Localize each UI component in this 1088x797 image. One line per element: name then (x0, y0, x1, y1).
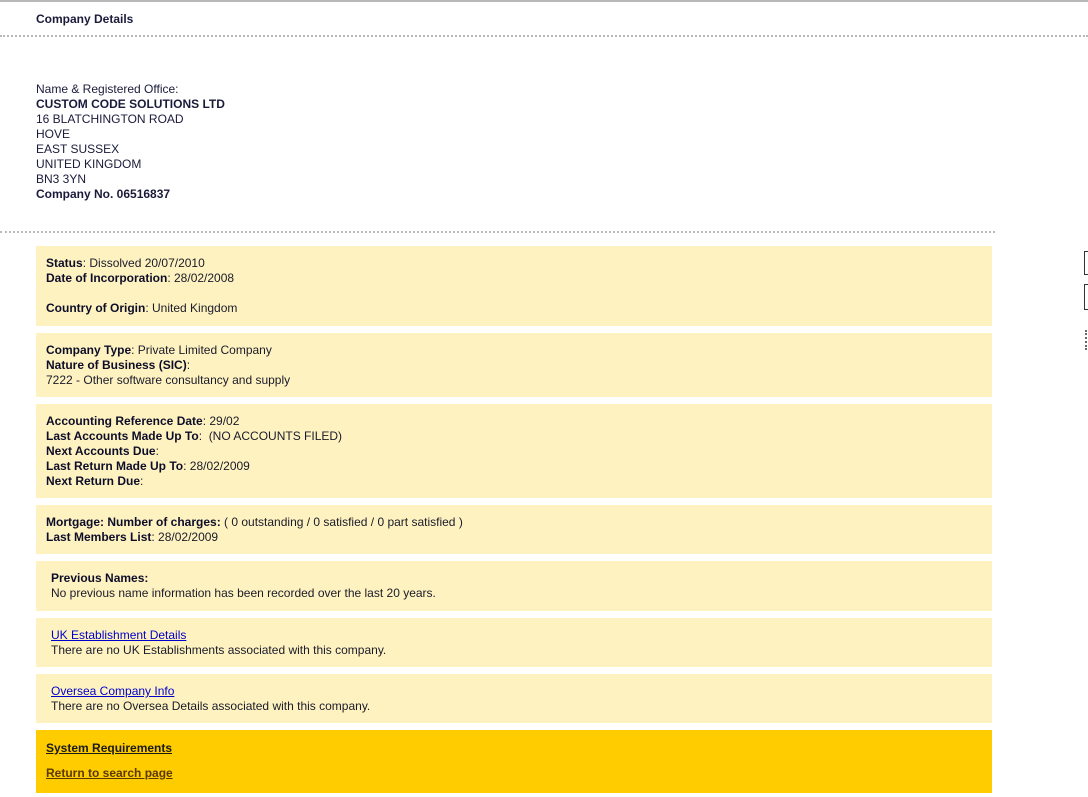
members-row: Last Members List: 28/02/2009 (46, 530, 982, 545)
type-value: : Private Limited Company (131, 343, 272, 357)
oversea-info-panel: Oversea Company Info There are no Overse… (36, 674, 992, 723)
address-line: HOVE (36, 127, 71, 141)
sic-value: 7222 - Other software consultancy and su… (46, 373, 291, 387)
members-value: : 28/02/2009 (151, 530, 219, 544)
status-panel: Status: Dissolved 20/07/2010 Date of Inc… (36, 246, 992, 326)
last-accounts-label: Last Accounts Made Up To (46, 429, 199, 443)
previous-names-panel: Previous Names: No previous name informa… (36, 561, 992, 611)
next-return-label: Next Return Due (46, 474, 141, 488)
last-return-value: : 28/02/2009 (183, 459, 250, 473)
mortgage-row: Mortgage: Number of charges: ( 0 outstan… (46, 515, 982, 530)
address-line: BN3 3YN (36, 172, 87, 186)
mortgage-value: ( 0 outstanding / 0 satisfied / 0 part s… (220, 515, 463, 529)
incorporation-value: : 28/02/2008 (167, 271, 235, 285)
incorporation-label: Date of Incorporation (46, 271, 168, 285)
system-requirements-link[interactable]: System Requirements (46, 741, 982, 755)
divider (0, 231, 995, 233)
company-number: Company No. 06516837 (36, 187, 171, 201)
previous-names-label: Previous Names: (51, 571, 149, 585)
next-accounts-value: : (155, 444, 159, 458)
address-line: UNITED KINGDOM (36, 157, 142, 171)
edge-control[interactable] (1084, 251, 1088, 275)
oversea-info-text: There are no Oversea Details associated … (51, 699, 371, 713)
incorporation-row: Date of Incorporation: 28/02/2008 (46, 271, 982, 286)
origin-row: Country of Origin: United Kingdom (46, 301, 982, 316)
next-return-value: : (140, 474, 144, 488)
next-return-row: Next Return Due: (46, 474, 982, 489)
type-row: Company Type: Private Limited Company (46, 343, 982, 358)
origin-label: Country of Origin (46, 301, 146, 315)
address-line: 16 BLATCHINGTON ROAD (36, 112, 184, 126)
page-title: Company Details (36, 12, 134, 26)
last-accounts-row: Last Accounts Made Up To: (NO ACCOUNTS F… (46, 429, 982, 444)
company-name: CUSTOM CODE SOLUTIONS LTD (36, 97, 225, 111)
company-type-panel: Company Type: Private Limited Company Na… (36, 333, 992, 397)
status-value: : Dissolved 20/07/2010 (82, 256, 205, 270)
previous-names-text: No previous name information has been re… (51, 586, 436, 600)
return-to-search-link[interactable]: Return to search page (46, 766, 982, 780)
address-line: EAST SUSSEX (36, 142, 120, 156)
last-accounts-value: : (NO ACCOUNTS FILED) (198, 429, 343, 443)
accounts-panel: Accounting Reference Date: 29/02 Last Ac… (36, 404, 992, 498)
sic-label: Nature of Business (SIC) (46, 358, 187, 372)
next-accounts-label: Next Accounts Due (46, 444, 156, 458)
members-label: Last Members List (46, 530, 152, 544)
top-border (0, 0, 1088, 2)
edge-control[interactable] (1084, 284, 1088, 310)
last-return-row: Last Return Made Up To: 28/02/2009 (46, 459, 982, 474)
next-accounts-row: Next Accounts Due: (46, 444, 982, 459)
mortgage-label: Mortgage: Number of charges: (46, 515, 221, 529)
status-label: Status (46, 256, 83, 270)
status-row: Status: Dissolved 20/07/2010 (46, 256, 982, 271)
mortgage-panel: Mortgage: Number of charges: ( 0 outstan… (36, 505, 992, 554)
ard-value: : 29/02 (202, 414, 240, 428)
uk-establishment-text: There are no UK Establishments associate… (51, 643, 387, 657)
oversea-info-link[interactable]: Oversea Company Info (51, 684, 174, 698)
footer-bar: System Requirements Return to search pag… (36, 730, 992, 793)
uk-establishment-link[interactable]: UK Establishment Details (51, 628, 186, 642)
sic-suffix: : (186, 358, 191, 372)
ard-label: Accounting Reference Date (46, 414, 203, 428)
type-label: Company Type (46, 343, 132, 357)
divider (0, 35, 1088, 37)
ard-row: Accounting Reference Date: 29/02 (46, 414, 982, 429)
sic-row: Nature of Business (SIC): (46, 358, 982, 373)
origin-value: : United Kingdom (145, 301, 238, 315)
uk-establishment-panel: UK Establishment Details There are no UK… (36, 618, 992, 667)
registered-office: Name & Registered Office: CUSTOM CODE SO… (36, 82, 225, 202)
office-label: Name & Registered Office: (36, 82, 179, 96)
last-return-label: Last Return Made Up To (46, 459, 184, 473)
